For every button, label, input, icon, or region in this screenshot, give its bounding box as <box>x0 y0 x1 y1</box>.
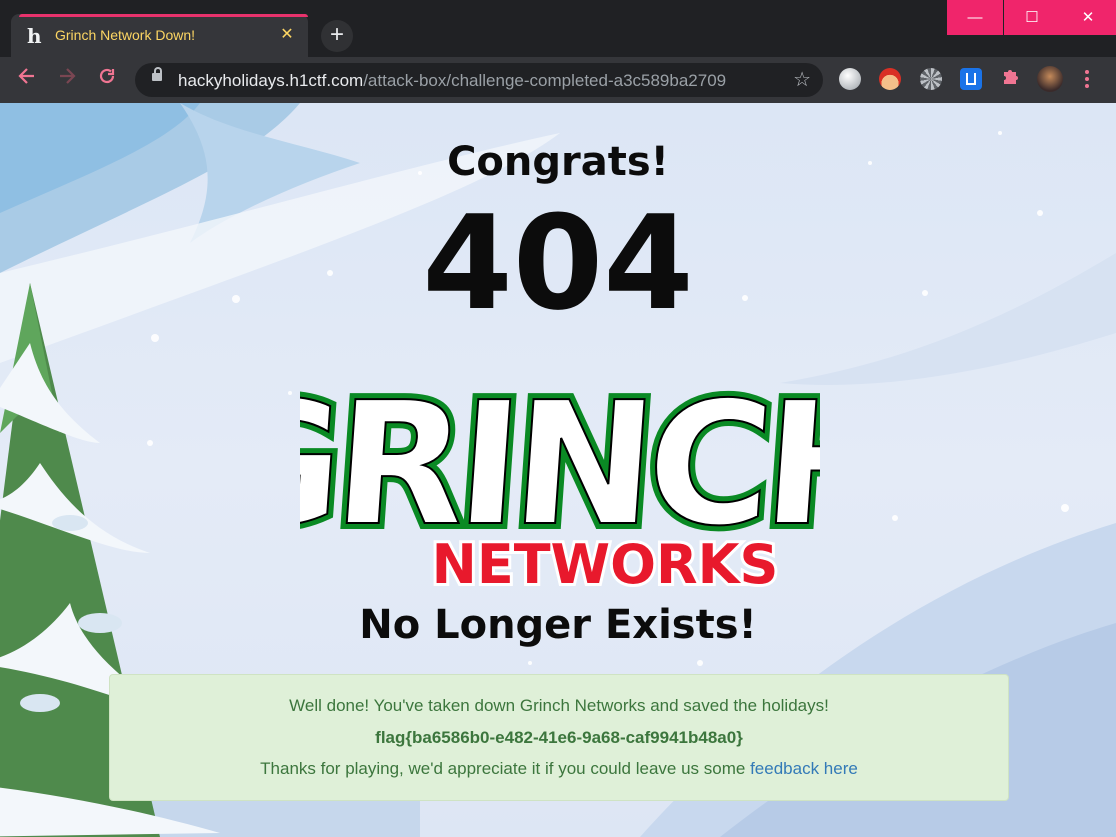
address-bar[interactable]: hackyholidays.h1ctf.com/attack-box/chall… <box>135 63 823 97</box>
browser-toolbar: hackyholidays.h1ctf.com/attack-box/chall… <box>0 57 1116 103</box>
title-bar: h Grinch Network Down! ✕ + — ☐ ✕ <box>0 0 1116 57</box>
success-alert: Well done! You've taken down Grinch Netw… <box>109 674 1009 801</box>
tab-accent-bar <box>19 14 308 17</box>
congrats-heading: Congrats! <box>447 139 669 185</box>
feedback-link[interactable]: feedback here <box>750 759 858 778</box>
gear-extension-icon[interactable] <box>920 68 942 90</box>
santa-extension-icon[interactable] <box>879 68 901 90</box>
url-text[interactable]: hackyholidays.h1ctf.com/attack-box/chall… <box>178 71 726 91</box>
profile-avatar[interactable] <box>1037 66 1063 92</box>
globe-extension-icon[interactable] <box>839 68 861 90</box>
shield-extension-icon[interactable] <box>960 68 982 90</box>
reload-icon[interactable] <box>92 65 122 95</box>
page-content: Congrats! 404 GRINCH GRINCH NETWORKS No … <box>0 103 1116 837</box>
alert-message: Well done! You've taken down Grinch Netw… <box>289 696 829 715</box>
tab-close-icon[interactable]: ✕ <box>276 24 298 46</box>
grinch-networks-logo: GRINCH GRINCH NETWORKS <box>300 360 820 593</box>
thanks-text: Thanks for playing, we'd appreciate it i… <box>260 759 746 778</box>
thanks-line: Thanks for playing, we'd appreciate it i… <box>110 759 1008 779</box>
favicon-icon: h <box>27 24 42 48</box>
new-tab-button[interactable]: + <box>321 20 353 52</box>
flag-text: flag{ba6586b0-e482-41e6-9a68-caf9941b48a… <box>375 728 743 747</box>
lock-icon <box>152 67 162 81</box>
close-window-button[interactable]: ✕ <box>1060 0 1116 35</box>
browser-tab[interactable]: h Grinch Network Down! ✕ <box>11 14 308 57</box>
bookmark-star-icon[interactable]: ☆ <box>793 67 811 92</box>
svg-text:NETWORKS: NETWORKS <box>432 533 779 593</box>
url-host: hackyholidays.h1ctf.com <box>178 71 364 90</box>
url-path: /attack-box/challenge-completed-a3c589ba… <box>363 71 727 90</box>
more-menu-icon[interactable] <box>1077 68 1097 90</box>
maximize-button[interactable]: ☐ <box>1004 0 1060 35</box>
puzzle-icon[interactable] <box>999 66 1023 90</box>
tab-title: Grinch Network Down! <box>55 27 196 43</box>
error-code: 404 <box>422 187 694 339</box>
forward-arrow-icon[interactable] <box>52 65 82 95</box>
back-arrow-icon[interactable] <box>12 65 42 95</box>
minimize-button[interactable]: — <box>947 0 1003 35</box>
no-longer-exists-heading: No Longer Exists! <box>359 602 757 648</box>
